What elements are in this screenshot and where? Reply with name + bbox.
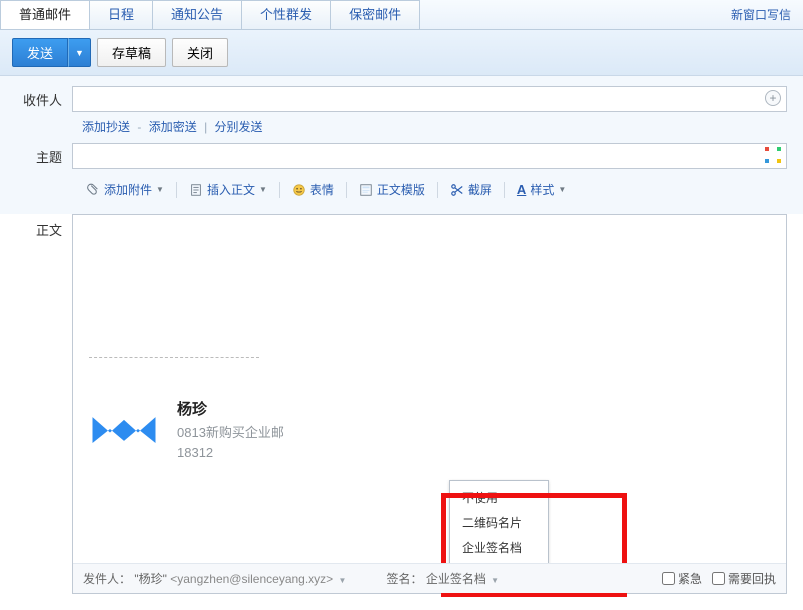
- scissors-icon: [450, 183, 464, 197]
- receipt-checkbox-wrap[interactable]: 需要回执: [712, 570, 776, 587]
- tab-calendar[interactable]: 日程: [89, 0, 153, 29]
- insert-body-button[interactable]: 插入正文▼: [185, 179, 271, 200]
- sender-prefix: 发件人：: [83, 572, 131, 586]
- tab-announcement[interactable]: 通知公告: [152, 0, 242, 29]
- add-contact-icon[interactable]: +: [765, 90, 781, 106]
- receipt-label: 需要回执: [728, 570, 776, 587]
- send-separately-link[interactable]: 分别发送: [215, 120, 263, 134]
- signature-current: 企业签名档: [426, 572, 486, 586]
- editor-footer: 发件人： "杨珍" <yangzhen@silenceyang.xyz> ▼ 签…: [73, 563, 786, 593]
- recipient-input[interactable]: [72, 86, 787, 112]
- sender-name: "杨珍": [134, 572, 167, 586]
- sender-email: <yangzhen@silenceyang.xyz>: [170, 572, 333, 586]
- recipient-sublinks: 添加抄送 - 添加密送 | 分别发送: [82, 118, 787, 135]
- receipt-checkbox[interactable]: [712, 572, 725, 585]
- signature-selector[interactable]: 签名： 企业签名档 ▼: [386, 570, 499, 587]
- signature-divider: [89, 357, 259, 358]
- urgent-label: 紧急: [678, 570, 702, 587]
- add-cc-link[interactable]: 添加抄送: [82, 120, 130, 134]
- signature-block: 杨珍 0813新购买企业邮 18312: [89, 357, 770, 462]
- signature-menu: 不使用 二维码名片 企业签名档: [449, 480, 549, 565]
- subject-input[interactable]: [72, 143, 787, 169]
- recipient-label: 收件人: [16, 90, 72, 109]
- compose-toolbar: 发送 ▼ 存草稿 关闭: [0, 30, 803, 76]
- format-toolbar: 添加附件▼ 插入正文▼ 表情 正文模版: [82, 175, 787, 204]
- signature-line1: 0813新购买企业邮: [177, 423, 284, 443]
- signature-line2: 18312: [177, 443, 284, 463]
- document-icon: [189, 183, 203, 197]
- dropdown-triangle-icon: ▼: [339, 576, 347, 585]
- send-dropdown-button[interactable]: ▼: [68, 38, 91, 67]
- apps-grid-icon[interactable]: [765, 147, 781, 163]
- screenshot-button[interactable]: 截屏: [446, 179, 496, 200]
- signature-label: 签名：: [386, 572, 422, 586]
- template-icon: [359, 183, 373, 197]
- compose-tabs: 普通邮件 日程 通知公告 个性群发 保密邮件 新窗口写信: [0, 0, 803, 30]
- sender-selector[interactable]: 发件人： "杨珍" <yangzhen@silenceyang.xyz> ▼: [83, 570, 346, 587]
- close-button[interactable]: 关闭: [172, 38, 228, 67]
- tab-confidential[interactable]: 保密邮件: [330, 0, 420, 29]
- add-bcc-link[interactable]: 添加密送: [149, 120, 197, 134]
- sig-option-none[interactable]: 不使用: [450, 485, 548, 510]
- dropdown-triangle-icon: ▼: [491, 576, 499, 585]
- email-body-editor[interactable]: 杨珍 0813新购买企业邮 18312 不使用 二维码名片 企业签名档 发件: [72, 214, 787, 594]
- body-label: 正文: [16, 214, 72, 594]
- tab-normal-mail[interactable]: 普通邮件: [0, 0, 90, 29]
- new-window-link[interactable]: 新窗口写信: [731, 6, 791, 23]
- paperclip-icon: [86, 183, 100, 197]
- send-button[interactable]: 发送: [12, 38, 68, 67]
- text-style-button[interactable]: A 样式▼: [513, 179, 570, 200]
- body-template-button[interactable]: 正文模版: [355, 179, 429, 200]
- sig-option-corp[interactable]: 企业签名档: [450, 535, 548, 560]
- tab-personalized[interactable]: 个性群发: [241, 0, 331, 29]
- signature-logo-icon: [89, 403, 159, 458]
- save-draft-button[interactable]: 存草稿: [97, 38, 166, 67]
- subject-label: 主题: [16, 147, 72, 166]
- urgent-checkbox[interactable]: [662, 572, 675, 585]
- attach-file-button[interactable]: 添加附件▼: [82, 179, 168, 200]
- letter-a-icon: A: [517, 182, 526, 197]
- urgent-checkbox-wrap[interactable]: 紧急: [662, 570, 702, 587]
- smiley-icon: [292, 183, 306, 197]
- signature-name: 杨珍: [177, 398, 284, 419]
- sig-option-qrcard[interactable]: 二维码名片: [450, 510, 548, 535]
- emoji-button[interactable]: 表情: [288, 179, 338, 200]
